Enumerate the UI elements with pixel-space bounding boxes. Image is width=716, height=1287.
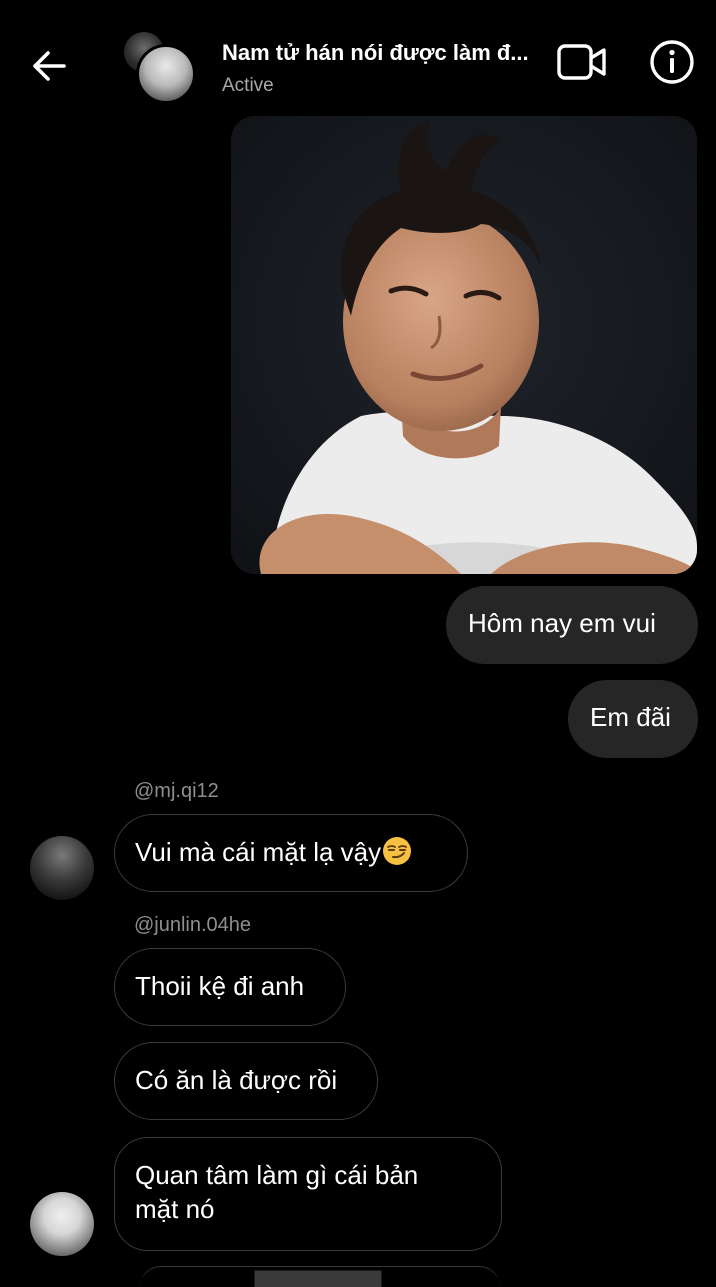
video-call-button[interactable] [556, 42, 608, 82]
back-button[interactable] [28, 44, 72, 88]
message-text: Hôm nay em vui [468, 608, 656, 638]
sender-username[interactable]: @junlin.04he [134, 914, 251, 937]
shared-photo-message[interactable] [231, 116, 697, 574]
message-text: Quan tâm làm gì cái bản [135, 1160, 419, 1190]
avatar [136, 44, 196, 104]
outgoing-message[interactable]: Em đãi [568, 680, 698, 758]
group-avatar[interactable] [124, 32, 196, 104]
outgoing-message[interactable]: Hôm nay em vui [446, 586, 698, 664]
incoming-message[interactable]: Vui mà cái mặt lạ vậy [114, 814, 468, 892]
message-text: Vui mà cái mặt lạ vậy [135, 837, 382, 867]
partial-message-edge [140, 1266, 500, 1287]
info-icon [650, 40, 694, 84]
avatar[interactable] [30, 1192, 94, 1256]
photo-image [231, 116, 697, 574]
active-status: Active [222, 75, 274, 96]
incoming-message[interactable]: Quan tâm làm gì cái bản mặt nó [114, 1137, 502, 1251]
message-text: Thoii kệ đi anh [135, 971, 305, 1001]
incoming-message[interactable]: Thoii kệ đi anh [114, 948, 346, 1026]
sender-username[interactable]: @mj.qi12 [134, 780, 219, 803]
info-button[interactable] [648, 38, 696, 86]
message-text: Có ăn là được rồi [135, 1065, 338, 1095]
smirk-emoji-icon [383, 837, 412, 865]
incoming-message[interactable]: Có ăn là được rồi [114, 1042, 378, 1120]
chat-title[interactable]: Nam tử hán nói được làm đ... [222, 40, 562, 66]
message-text: Em đãi [590, 702, 671, 732]
avatar[interactable] [30, 836, 94, 900]
chat-header: Nam tử hán nói được làm đ... Active [0, 0, 716, 110]
video-call-icon [557, 44, 606, 80]
message-text: mặt nó [135, 1194, 215, 1224]
back-arrow-icon [33, 51, 66, 81]
